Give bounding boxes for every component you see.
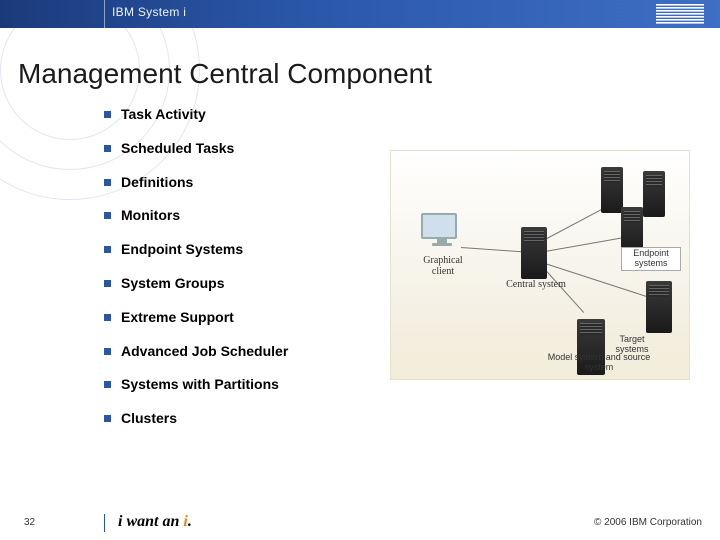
bullet-text: Endpoint Systems: [121, 241, 243, 258]
footer: 32 i want an i. © 2006 IBM Corporation: [0, 506, 720, 540]
tagline-prefix: i want an: [118, 513, 183, 530]
list-item: Scheduled Tasks: [104, 140, 404, 157]
bullet-text: Extreme Support: [121, 309, 234, 326]
list-item: Monitors: [104, 207, 404, 224]
bullet-icon: [104, 415, 111, 422]
slide-title: Management Central Component: [18, 58, 432, 90]
list-item: System Groups: [104, 275, 404, 292]
bullet-text: Advanced Job Scheduler: [121, 343, 288, 360]
diagram-label-graphical-client: Graphical client: [413, 255, 473, 277]
diagram-label-model-source: Model system and source system: [544, 353, 654, 373]
list-item: Endpoint Systems: [104, 241, 404, 258]
bullet-icon: [104, 280, 111, 287]
bullet-text: Definitions: [121, 174, 193, 191]
bullet-icon: [104, 179, 111, 186]
bullet-text: Scheduled Tasks: [121, 140, 234, 157]
bullet-icon: [104, 314, 111, 321]
bullet-icon: [104, 212, 111, 219]
bullet-text: System Groups: [121, 275, 224, 292]
bullet-icon: [104, 111, 111, 118]
tagline: i want an i.: [118, 513, 192, 531]
bullet-icon: [104, 246, 111, 253]
tagline-suffix: .: [188, 513, 192, 530]
list-item: Definitions: [104, 174, 404, 191]
list-item: Advanced Job Scheduler: [104, 343, 404, 360]
page-number: 32: [24, 517, 35, 528]
server-tower-icon: [601, 167, 623, 213]
bullet-list: Task Activity Scheduled Tasks Definition…: [104, 106, 404, 444]
footer-divider: [104, 514, 105, 532]
list-item: Extreme Support: [104, 309, 404, 326]
list-item: Systems with Partitions: [104, 376, 404, 393]
bullet-icon: [104, 381, 111, 388]
bullet-text: Systems with Partitions: [121, 376, 279, 393]
header-bar: IBM System i: [0, 0, 720, 28]
bullet-icon: [104, 145, 111, 152]
server-tower-icon: [521, 227, 547, 279]
ibm-logo: [656, 4, 704, 24]
server-tower-icon: [643, 171, 665, 217]
bullet-icon: [104, 348, 111, 355]
list-item: Task Activity: [104, 106, 404, 123]
bullet-text: Clusters: [121, 410, 177, 427]
network-diagram: Graphical client Central system Endpoint…: [390, 150, 690, 380]
diagram-label-endpoint-systems: Endpoint systems: [621, 247, 681, 271]
header-divider: [104, 0, 105, 28]
monitor-icon: [421, 213, 463, 249]
product-name: IBM System i: [112, 5, 186, 19]
bullet-text: Task Activity: [121, 106, 206, 123]
list-item: Clusters: [104, 410, 404, 427]
server-tower-icon: [646, 281, 672, 333]
diagram-label-central-system: Central system: [506, 279, 566, 290]
bullet-text: Monitors: [121, 207, 180, 224]
copyright: © 2006 IBM Corporation: [594, 517, 702, 528]
